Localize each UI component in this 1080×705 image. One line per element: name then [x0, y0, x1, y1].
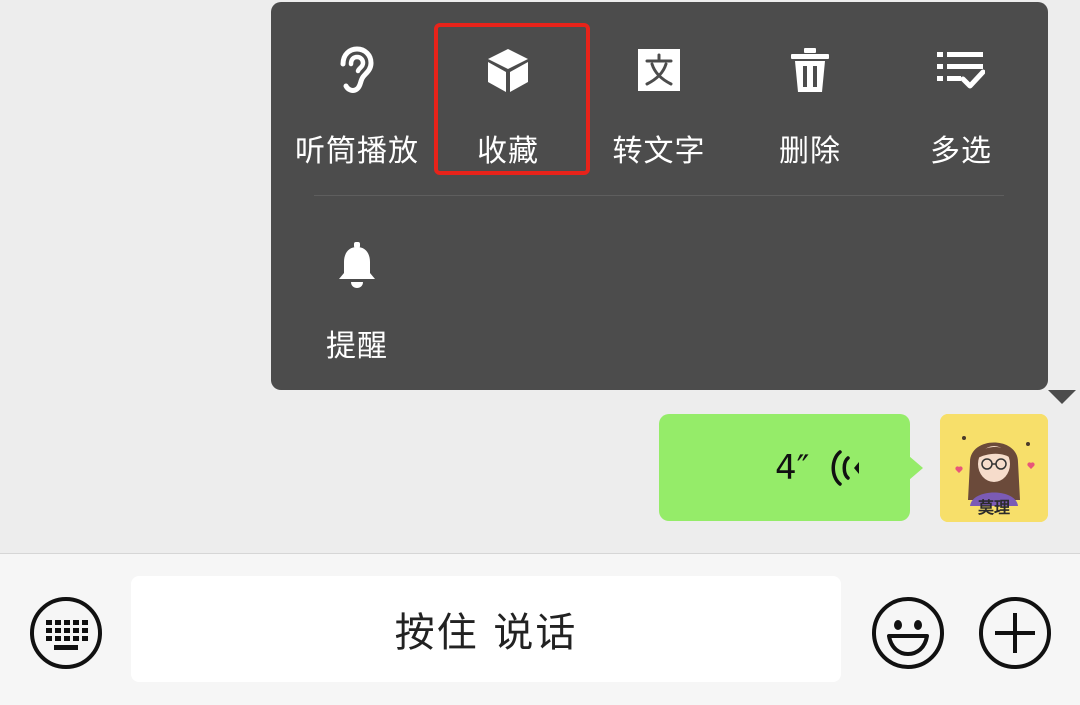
bubble-tail [909, 456, 923, 480]
emoji-icon[interactable] [871, 596, 945, 670]
avatar-name: 莫理 [977, 498, 1010, 517]
menu-item-delete[interactable]: 删除 [735, 22, 885, 169]
plus-icon[interactable] [978, 596, 1052, 670]
menu-item-label: 删除 [779, 134, 841, 169]
favorite-highlight-box [434, 23, 590, 175]
text-convert-icon [633, 44, 685, 96]
menu-item-label: 提醒 [326, 329, 388, 364]
menu-item-label: 多选 [930, 134, 992, 169]
menu-item-multi-select[interactable]: 多选 [886, 22, 1036, 169]
menu-item-earpiece-play[interactable]: 听筒播放 [282, 22, 432, 169]
avatar[interactable]: 莫理 [940, 414, 1048, 522]
menu-item-remind[interactable]: 提醒 [282, 217, 432, 364]
menu-item-label: 转文字 [612, 134, 706, 169]
menu-item-label: 听筒播放 [295, 134, 419, 169]
menu-pointer-arrow [1048, 390, 1076, 404]
menu-divider [314, 195, 1004, 196]
bell-icon [331, 239, 383, 291]
multiselect-icon [935, 44, 987, 96]
message-context-menu: 听筒播放 收藏 转文字 删除 多选 提醒 [271, 2, 1076, 404]
keyboard-icon[interactable] [29, 596, 103, 670]
trash-icon [784, 44, 836, 96]
chat-area: 听筒播放 收藏 转文字 删除 多选 提醒 4″ 莫理 [0, 0, 1080, 553]
voice-duration: 4″ [775, 448, 810, 488]
hold-to-talk-button[interactable]: 按住 说话 [131, 576, 841, 682]
voice-wave-icon [826, 448, 866, 488]
menu-item-convert-to-text[interactable]: 转文字 [584, 22, 734, 169]
ear-icon [331, 44, 383, 96]
